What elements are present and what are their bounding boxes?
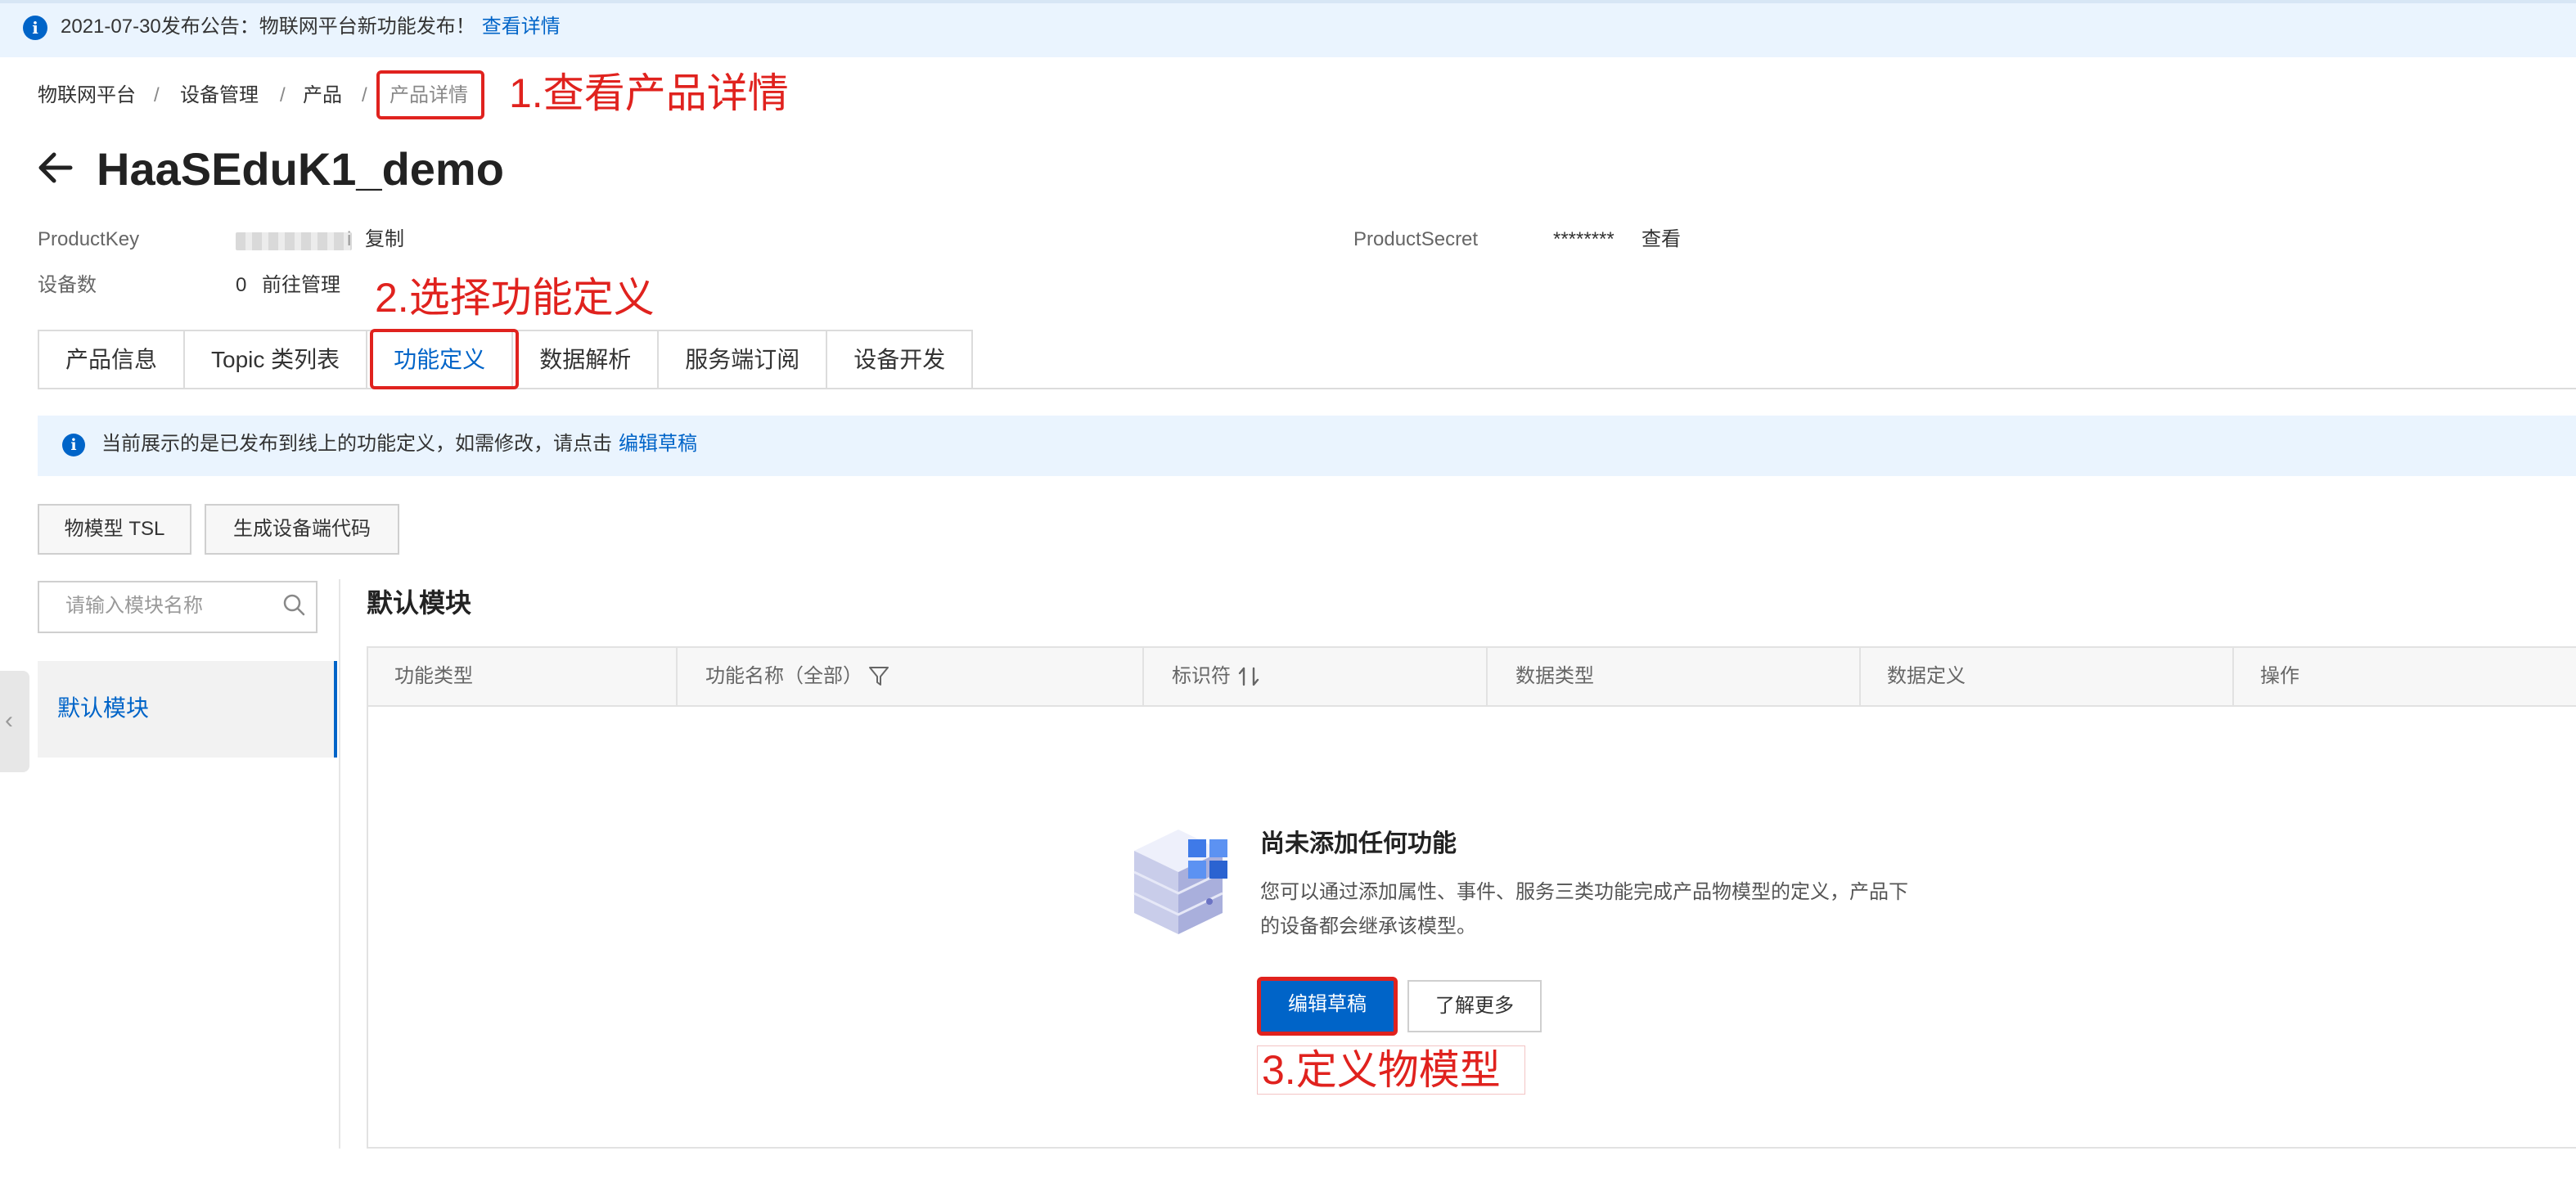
annotation-box-edit-draft — [1257, 977, 1398, 1036]
notice-message: 当前展示的是已发布到线上的功能定义，如需修改，请点击 — [101, 433, 612, 455]
product-secret-label: ProductSecret — [1353, 228, 1479, 250]
empty-state-cube-icon — [1133, 830, 1227, 934]
module-search-input[interactable]: 请输入模块名称 — [65, 592, 203, 620]
module-item-label: 默认模块 — [57, 695, 150, 721]
product-secret-value: ******** — [1553, 228, 1615, 250]
breadcrumb-item-product[interactable]: 产品 — [303, 82, 342, 110]
search-icon[interactable] — [281, 592, 306, 617]
col-separator — [1859, 648, 1861, 705]
notice-edit-draft-link[interactable]: 编辑草稿 — [619, 433, 697, 455]
notice-text: 当前展示的是已发布到线上的功能定义，如需修改，请点击 编辑草稿 — [101, 430, 697, 458]
info-icon: i — [23, 16, 47, 40]
annotation-step2: 2.选择功能定义 — [375, 275, 655, 321]
view-secret-link[interactable]: 查看 — [1642, 226, 1681, 254]
learn-more-button[interactable]: 了解更多 — [1407, 980, 1542, 1032]
section-title: 默认模块 — [367, 588, 472, 618]
tab-data-parsing[interactable]: 数据解析 — [513, 331, 660, 389]
col-separator — [1486, 648, 1488, 705]
breadcrumb-item-device-management[interactable]: 设备管理 — [180, 82, 259, 110]
table-header — [368, 648, 2576, 707]
announcement-message: 2021-07-30发布公告：物联网平台新功能发布！ — [61, 16, 475, 38]
back-arrow-icon[interactable] — [36, 149, 74, 187]
filter-icon[interactable] — [867, 664, 890, 689]
announcement-link[interactable]: 查看详情 — [482, 16, 561, 38]
device-count-label: 设备数 — [38, 274, 97, 296]
product-key-masked — [236, 232, 352, 250]
annotation-box-breadcrumb — [376, 70, 484, 119]
tab-product-info[interactable]: 产品信息 — [39, 331, 186, 389]
tab-topic-list[interactable]: Topic 类列表 — [185, 331, 368, 389]
col-identifier: 标识符 — [1172, 665, 1231, 687]
annotation-step3: 3.定义物模型 — [1262, 1047, 1501, 1093]
tab-server-subscription[interactable]: 服务端订阅 — [659, 331, 828, 389]
generate-code-button[interactable]: 生成设备端代码 — [205, 504, 399, 555]
panel-divider — [339, 579, 340, 1149]
breadcrumb-separator: / — [154, 84, 160, 106]
sidebar-collapse-handle[interactable]: ‹ — [0, 671, 29, 772]
breadcrumb-separator: / — [362, 84, 367, 106]
col-data-definition: 数据定义 — [1887, 665, 1966, 687]
product-key-label: ProductKey — [38, 228, 140, 250]
breadcrumb-item-iot-platform[interactable]: 物联网平台 — [38, 82, 136, 110]
page-title: HaaSEduK1_demo — [97, 143, 504, 195]
chevron-left-icon: ‹ — [5, 707, 13, 734]
col-separator — [676, 648, 678, 705]
col-feature-type: 功能类型 — [394, 665, 473, 687]
col-data-type: 数据类型 — [1515, 665, 1594, 687]
sort-icon[interactable] — [1237, 664, 1260, 689]
copy-link[interactable]: 复制 — [365, 226, 404, 254]
col-separator — [1142, 648, 1144, 705]
annotation-box-tab — [370, 329, 519, 389]
breadcrumb-separator: / — [280, 84, 286, 106]
info-icon: i — [62, 434, 85, 456]
empty-state-description: 您可以通过添加属性、事件、服务三类功能完成产品物模型的定义，产品下的设备都会继承… — [1260, 881, 1908, 937]
col-actions: 操作 — [2260, 665, 2299, 687]
tab-device-development[interactable]: 设备开发 — [827, 331, 971, 389]
col-feature-name: 功能名称（全部） — [705, 665, 862, 687]
announcement-text: 2021-07-30发布公告：物联网平台新功能发布！ 查看详情 — [61, 13, 561, 41]
annotation-step1: 1.查看产品详情 — [509, 70, 789, 116]
empty-state-title: 尚未添加任何功能 — [1260, 830, 1457, 857]
tsl-button[interactable]: 物模型 TSL — [38, 504, 191, 555]
device-count-value: 0 — [236, 274, 247, 296]
col-separator — [2232, 648, 2234, 705]
manage-devices-link[interactable]: 前往管理 — [262, 272, 340, 299]
product-key-suffix: i — [347, 228, 352, 250]
